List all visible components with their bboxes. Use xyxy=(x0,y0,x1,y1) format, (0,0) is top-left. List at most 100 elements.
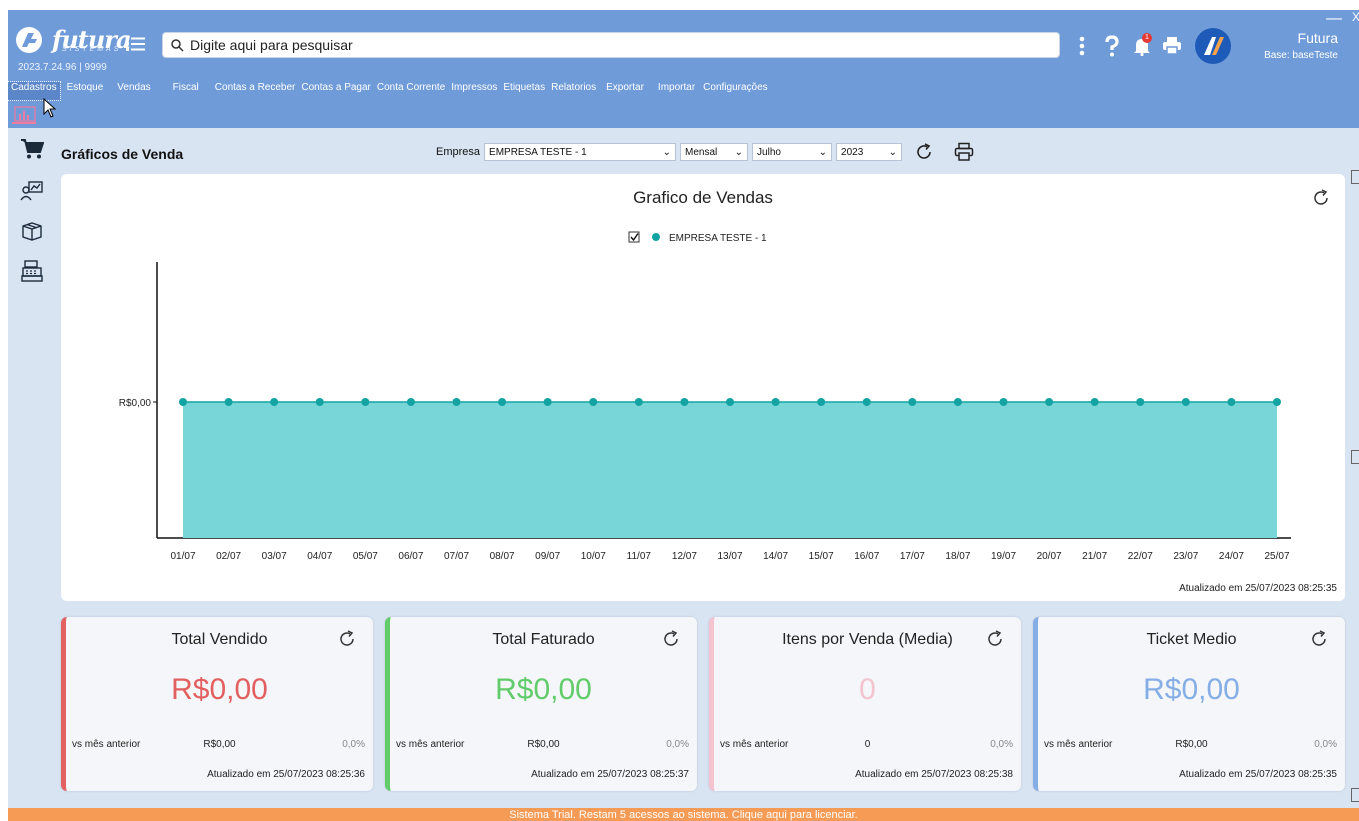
data-point[interactable] xyxy=(953,398,962,406)
refresh-icon[interactable] xyxy=(661,629,681,649)
menu-item-vendas[interactable]: Vendas xyxy=(114,82,153,100)
header-bar: futura SISTEMAS 2023.7.24.96 | 9999 Digi… xyxy=(8,10,1359,128)
data-point[interactable] xyxy=(361,398,370,406)
minimize-button[interactable]: — xyxy=(1326,10,1342,28)
menu-item-estoque[interactable]: Estoque xyxy=(64,82,107,100)
print-icon[interactable] xyxy=(954,142,974,162)
x-tick-label: 19/07 xyxy=(991,551,1016,562)
kpi-value: R$0,00 xyxy=(495,673,592,706)
page-title: Gráficos de Venda xyxy=(61,146,184,162)
search-bar[interactable] xyxy=(162,32,1060,58)
x-tick-label: 05/07 xyxy=(353,551,378,562)
x-tick-label: 15/07 xyxy=(809,551,834,562)
notification-badge: 1 xyxy=(1142,33,1152,43)
kpi-title: Ticket Medio xyxy=(1146,631,1237,648)
kpi-percent: 0,0% xyxy=(666,739,689,750)
menu-item-configuracoes[interactable]: Configurações xyxy=(700,82,770,100)
scroll-handle[interactable] xyxy=(1351,450,1359,464)
data-point[interactable] xyxy=(315,398,324,406)
data-point[interactable] xyxy=(1090,398,1099,406)
refresh-icon[interactable] xyxy=(985,629,1005,649)
data-point[interactable] xyxy=(1045,398,1054,406)
user-info[interactable]: Futura Base: baseTeste xyxy=(1248,30,1338,61)
menu-item-etiquetas[interactable]: Etiquetas xyxy=(500,82,548,100)
scroll-handle[interactable] xyxy=(1351,170,1359,184)
data-point[interactable] xyxy=(862,398,871,406)
data-point[interactable] xyxy=(498,398,507,406)
bell-icon[interactable]: 1 xyxy=(1131,33,1153,59)
x-tick-label: 25/07 xyxy=(1264,551,1289,562)
x-tick-label: 04/07 xyxy=(307,551,332,562)
kpi-title: Total Faturado xyxy=(492,631,595,648)
kpi-updated: Atualizado em 25/07/2023 08:25:37 xyxy=(531,769,689,780)
print-icon[interactable] xyxy=(1161,33,1183,59)
x-tick-label: 24/07 xyxy=(1219,551,1244,562)
kpi-updated: Atualizado em 25/07/2023 08:25:35 xyxy=(1179,769,1337,780)
data-point[interactable] xyxy=(680,398,689,406)
refresh-icon[interactable] xyxy=(337,629,357,649)
trial-banner[interactable]: Sistema Trial. Restam 5 acessos ao siste… xyxy=(8,808,1359,821)
cash-register-icon[interactable] xyxy=(20,260,44,282)
x-tick-label: 03/07 xyxy=(262,551,287,562)
menu-item-exportar[interactable]: Exportar xyxy=(603,82,647,100)
menu-item-conta-corrente[interactable]: Conta Corrente xyxy=(374,82,448,100)
data-point[interactable] xyxy=(224,398,233,406)
kebab-menu-icon[interactable] xyxy=(1071,33,1093,59)
box-icon[interactable] xyxy=(20,220,44,242)
refresh-icon[interactable] xyxy=(1309,629,1329,649)
chart-legend[interactable]: EMPRESA TESTE - 1 xyxy=(628,231,767,244)
mes-select[interactable]: Julho ⌄ xyxy=(752,143,833,161)
kpi-itens-por-venda: Itens por Venda (Media) 0 vs mês anterio… xyxy=(709,617,1021,791)
data-point[interactable] xyxy=(908,398,917,406)
menu-item-relatorios[interactable]: Relatorios xyxy=(548,82,599,100)
x-tick-label: 23/07 xyxy=(1173,551,1198,562)
chart-tab-icon[interactable] xyxy=(14,106,36,122)
list-menu-icon[interactable] xyxy=(126,35,146,53)
x-tick-labels: 01/07 02/07 03/07 04/07 05/07 06/07 07/07 08/07… xyxy=(170,551,1289,562)
data-point[interactable] xyxy=(817,398,826,406)
data-point[interactable] xyxy=(1136,398,1145,406)
data-point[interactable] xyxy=(406,398,415,406)
data-point[interactable] xyxy=(179,398,187,406)
chevron-down-icon: ⌄ xyxy=(662,146,672,158)
menu-item-contas-receber[interactable]: Contas a Receber xyxy=(212,82,299,100)
people-chart-icon[interactable] xyxy=(20,180,44,202)
kpi-previous-value: R$0,00 xyxy=(203,739,236,750)
data-point[interactable] xyxy=(1181,398,1190,406)
periodo-select[interactable]: Mensal ⌄ xyxy=(680,143,749,161)
refresh-icon[interactable] xyxy=(1311,188,1331,208)
data-point[interactable] xyxy=(270,398,279,406)
close-button[interactable]: X xyxy=(1352,10,1359,24)
brand-icon[interactable] xyxy=(1195,28,1231,64)
data-point[interactable] xyxy=(1273,398,1281,406)
menu-item-importar[interactable]: Importar xyxy=(655,82,698,100)
search-input[interactable] xyxy=(190,37,1050,53)
data-point[interactable] xyxy=(771,398,780,406)
data-point[interactable] xyxy=(999,398,1008,406)
data-point[interactable] xyxy=(589,398,598,406)
help-icon[interactable] xyxy=(1101,33,1123,59)
menu-item-contas-pagar[interactable]: Contas a Pagar xyxy=(298,82,374,100)
kpi-ticket-medio: Ticket Medio R$0,00 vs mês anterior R$0,… xyxy=(1033,617,1345,791)
ano-select[interactable]: 2023 ⌄ xyxy=(836,143,903,161)
empresa-select[interactable]: EMPRESA TESTE - 1 ⌄ xyxy=(484,143,677,161)
refresh-icon[interactable] xyxy=(914,142,934,162)
data-point[interactable] xyxy=(634,398,643,406)
data-point[interactable] xyxy=(726,398,734,406)
kpi-value: 0 xyxy=(859,673,876,706)
x-tick-label: 16/07 xyxy=(854,551,879,562)
menu-item-fiscal[interactable]: Fiscal xyxy=(170,82,202,100)
data-point[interactable] xyxy=(1227,398,1236,406)
menu-item-impressos[interactable]: Impressos xyxy=(448,82,500,100)
data-point[interactable] xyxy=(452,398,461,406)
x-tick-label: 10/07 xyxy=(581,551,606,562)
x-tick-label: 20/07 xyxy=(1037,551,1062,562)
kpi-value: R$0,00 xyxy=(1143,673,1240,706)
cart-icon[interactable] xyxy=(20,138,44,160)
kpi-total-vendido: Total Vendido R$0,00 vs mês anterior R$0… xyxy=(61,617,373,791)
kpi-percent: 0,0% xyxy=(342,739,365,750)
main-menu: Cadastros Estoque Vendas Fiscal Contas a… xyxy=(8,81,771,101)
ano-select-value: 2023 xyxy=(841,146,864,158)
scroll-handle[interactable] xyxy=(1351,788,1359,802)
data-point[interactable] xyxy=(543,398,552,406)
